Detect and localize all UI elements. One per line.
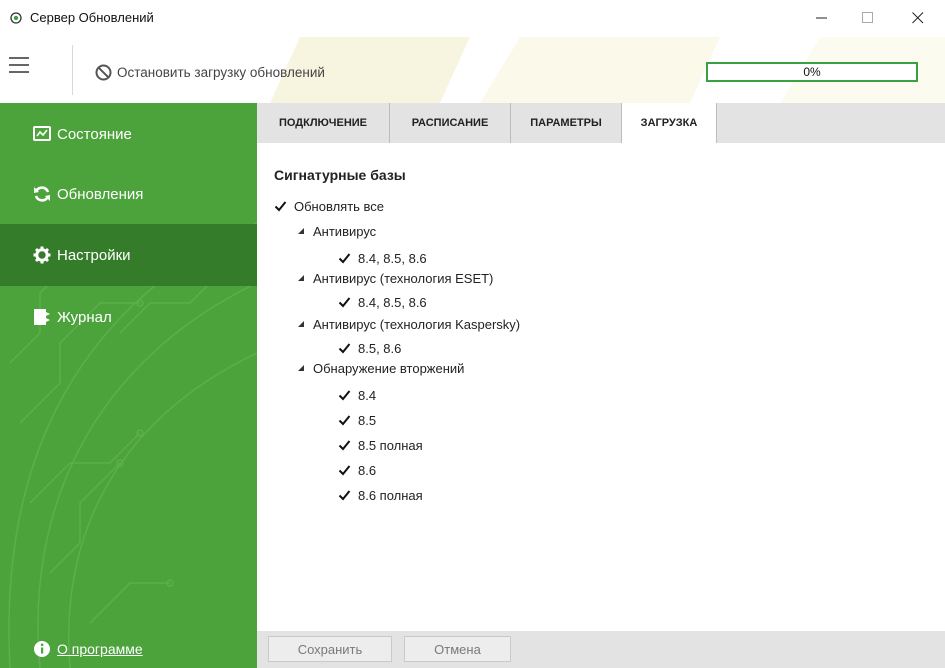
- tree-item-label: 8.5: [358, 412, 377, 428]
- tree-item-label: 8.6: [358, 462, 377, 478]
- tree-group-label: Обнаружение вторжений: [313, 360, 465, 376]
- about-link[interactable]: О программе: [0, 636, 257, 662]
- tree-item[interactable]: 8.4, 8.5, 8.6: [338, 293, 427, 311]
- expanded-triangle-icon[interactable]: [297, 364, 305, 372]
- expanded-triangle-icon[interactable]: [297, 320, 305, 328]
- tree-group-antivirus[interactable]: Антивирус: [297, 222, 376, 240]
- checkbox-checked-icon[interactable]: [274, 200, 287, 213]
- checkbox-checked-icon[interactable]: [338, 252, 351, 265]
- expanded-triangle-icon[interactable]: [297, 227, 305, 235]
- tree-item[interactable]: 8.6 полная: [338, 486, 423, 504]
- tree-item[interactable]: 8.4, 8.5, 8.6: [338, 249, 427, 267]
- sidebar-item-label: Обновления: [57, 185, 144, 203]
- app-icon: [10, 12, 22, 24]
- download-progress-bar: 0%: [706, 62, 918, 82]
- tree-item-label: 8.4, 8.5, 8.6: [358, 250, 427, 266]
- tab-label: ЗАГРУЗКА: [640, 117, 698, 129]
- checkbox-checked-icon[interactable]: [338, 489, 351, 502]
- checkbox-checked-icon[interactable]: [338, 464, 351, 477]
- tree-item[interactable]: 8.5: [338, 411, 376, 429]
- window-title: Сервер Обновлений: [30, 10, 154, 25]
- update-all-label: Обновлять все: [294, 198, 385, 214]
- sidebar-item-label: Состояние: [57, 125, 132, 143]
- tab-schedule[interactable]: РАСПИСАНИЕ: [390, 103, 511, 143]
- tree-item-label: 8.5, 8.6: [358, 340, 402, 356]
- save-button[interactable]: Сохранить: [268, 636, 392, 662]
- tree-group-label: Антивирус (технология ESET): [313, 270, 494, 286]
- about-label: О программе: [57, 641, 143, 657]
- expanded-triangle-icon[interactable]: [297, 274, 305, 282]
- tree-item[interactable]: 8.5, 8.6: [338, 339, 401, 357]
- refresh-icon: [33, 185, 51, 203]
- download-settings-panel: Сигнатурные базы Обновлять все Антивирус…: [257, 143, 945, 631]
- sidebar-item-updates[interactable]: Обновления: [0, 163, 257, 225]
- monitor-icon: [33, 125, 51, 143]
- tree-group-label: Антивирус (технология Kaspersky): [313, 316, 521, 332]
- update-all-row[interactable]: Обновлять все: [274, 197, 384, 215]
- tab-parameters[interactable]: ПАРАМЕТРЫ: [511, 103, 622, 143]
- tree-item[interactable]: 8.6: [338, 461, 376, 479]
- tree-group-antivirus-eset[interactable]: Антивирус (технология ESET): [297, 269, 493, 287]
- minimize-button[interactable]: [799, 0, 845, 36]
- cancel-button-label: Отмена: [434, 641, 481, 657]
- sidebar-item-label: Журнал: [57, 308, 112, 326]
- minimize-icon: [816, 17, 827, 19]
- close-icon: [912, 12, 924, 24]
- maximize-button[interactable]: [845, 0, 891, 36]
- checkbox-checked-icon[interactable]: [338, 342, 351, 355]
- tree-item[interactable]: 8.4: [338, 386, 376, 404]
- toolbar-divider: [72, 45, 73, 95]
- sidebar-item-label: Настройки: [57, 246, 131, 264]
- checkbox-checked-icon[interactable]: [338, 389, 351, 402]
- title-bar: Сервер Обновлений: [0, 0, 945, 36]
- stop-download-button[interactable]: Остановить загрузку обновлений: [95, 64, 325, 81]
- tree-item[interactable]: 8.5 полная: [338, 436, 423, 454]
- tab-label: ПОДКЛЮЧЕНИЕ: [278, 117, 368, 129]
- tree-group-intrusion-detection[interactable]: Обнаружение вторжений: [297, 359, 464, 377]
- toolbar: Остановить загрузку обновлений 0%: [0, 37, 945, 103]
- footer-bar: Сохранить Отмена: [257, 631, 945, 668]
- gear-icon: [33, 246, 51, 264]
- tree-item-label: 8.5 полная: [358, 437, 423, 453]
- tree-item-label: 8.4: [358, 387, 377, 403]
- stop-icon: [95, 64, 112, 81]
- tree-item-label: 8.4, 8.5, 8.6: [358, 294, 427, 310]
- tab-connection[interactable]: ПОДКЛЮЧЕНИЕ: [257, 103, 390, 143]
- sidebar-item-journal[interactable]: Журнал: [0, 286, 257, 348]
- sidebar-item-status[interactable]: Состояние: [0, 103, 257, 165]
- app-window: Сервер Обновлений Остановить загрузку об…: [0, 0, 945, 668]
- progress-text: 0%: [803, 65, 821, 79]
- tree-group-label: Антивирус: [313, 223, 377, 239]
- info-icon: [34, 641, 50, 657]
- checkbox-checked-icon[interactable]: [338, 414, 351, 427]
- cancel-button[interactable]: Отмена: [404, 636, 511, 662]
- tab-download[interactable]: ЗАГРУЗКА: [622, 103, 717, 143]
- maximize-icon: [862, 12, 873, 23]
- tree-group-antivirus-kaspersky[interactable]: Антивирус (технология Kaspersky): [297, 315, 520, 333]
- checkbox-checked-icon[interactable]: [338, 296, 351, 309]
- save-button-label: Сохранить: [297, 641, 363, 657]
- close-button[interactable]: [895, 0, 941, 36]
- tab-label: РАСПИСАНИЕ: [411, 117, 489, 129]
- section-title: Сигнатурные базы: [274, 167, 406, 183]
- menu-icon[interactable]: [9, 55, 31, 75]
- checkbox-checked-icon[interactable]: [338, 439, 351, 452]
- journal-icon: [33, 308, 51, 326]
- stop-download-label: Остановить загрузку обновлений: [117, 65, 325, 80]
- sidebar: Состояние Обновления Настройки Журнал О …: [0, 103, 257, 668]
- sidebar-item-settings[interactable]: Настройки: [0, 224, 257, 286]
- tab-label: ПАРАМЕТРЫ: [530, 117, 602, 129]
- tab-bar: ПОДКЛЮЧЕНИЕ РАСПИСАНИЕ ПАРАМЕТРЫ ЗАГРУЗК…: [257, 103, 945, 143]
- tree-item-label: 8.6 полная: [358, 487, 423, 503]
